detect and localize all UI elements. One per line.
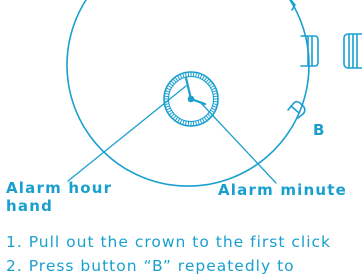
- subdial-tick: [197, 72, 200, 79]
- subdial-tick: [203, 76, 208, 82]
- subdial-tick: [182, 72, 185, 79]
- subdial-tick: [165, 87, 171, 91]
- button-b-label: B: [313, 121, 326, 139]
- subdial-tick: [170, 113, 175, 118]
- subdial-tick: [174, 116, 179, 122]
- subdial-tick: [208, 82, 214, 87]
- subdial-tick: [209, 85, 215, 89]
- subdial-tick: [203, 116, 208, 122]
- subdial-tick: [179, 73, 183, 79]
- subdial-tick: [211, 90, 218, 93]
- subdial-tick: [174, 76, 179, 82]
- subdial-tick: [195, 120, 198, 126]
- subdial-tick: [168, 82, 174, 87]
- subdial-tick: [199, 119, 203, 125]
- subdial-tick: [170, 80, 175, 85]
- alarm-minute-label: Alarm minute: [218, 181, 347, 199]
- watch-case: [66, 0, 310, 187]
- instruction-step-2: 2. Press button “B” repeatedly to: [6, 257, 295, 275]
- subdial-tick: [207, 113, 212, 118]
- subdial-tick: [195, 72, 198, 78]
- hour-hand-leader-line: [67, 85, 187, 182]
- subdial-tick: [164, 92, 170, 95]
- button-b-icon: [287, 100, 306, 119]
- subdial-tick: [211, 87, 217, 91]
- minute-hand-leader-line: [200, 102, 277, 184]
- subdial-tick: [207, 80, 212, 85]
- subdial-tick: [167, 109, 173, 113]
- subdial-tick: [164, 103, 170, 106]
- subdial-center-pin: [187, 95, 195, 103]
- detached-crown-icon: [343, 33, 362, 69]
- subdial-tick: [165, 107, 171, 111]
- subdial-tick: [184, 72, 187, 78]
- instruction-step-1: 1. Pull out the crown to the first click: [6, 233, 331, 251]
- subdial-tick: [211, 105, 218, 108]
- subdial-tick: [179, 119, 183, 125]
- subdial-tick: [167, 85, 173, 89]
- subdial-tick: [201, 117, 205, 123]
- subdial-tick: [209, 109, 215, 113]
- subdial-tick: [164, 105, 171, 108]
- subdial-tick: [164, 90, 171, 93]
- subdial-tick: [201, 75, 205, 81]
- subdial-tick: [197, 119, 200, 126]
- subdial-tick: [212, 92, 218, 95]
- subdial-tick: [182, 119, 185, 126]
- subdial-tick: [177, 75, 181, 81]
- subdial-tick: [211, 107, 217, 111]
- subdial-tick: [168, 111, 174, 116]
- subdial-tick: [199, 73, 203, 79]
- subdial-tick: [205, 115, 210, 120]
- subdial-tick: [177, 117, 181, 123]
- subdial-tick: [205, 78, 210, 83]
- subdial-tick: [172, 115, 177, 120]
- alarm-hour-hand-label: Alarm hour hand: [6, 179, 113, 215]
- subdial-tick: [172, 78, 177, 83]
- subdial-tick: [212, 103, 218, 106]
- subdial-tick: [184, 120, 187, 126]
